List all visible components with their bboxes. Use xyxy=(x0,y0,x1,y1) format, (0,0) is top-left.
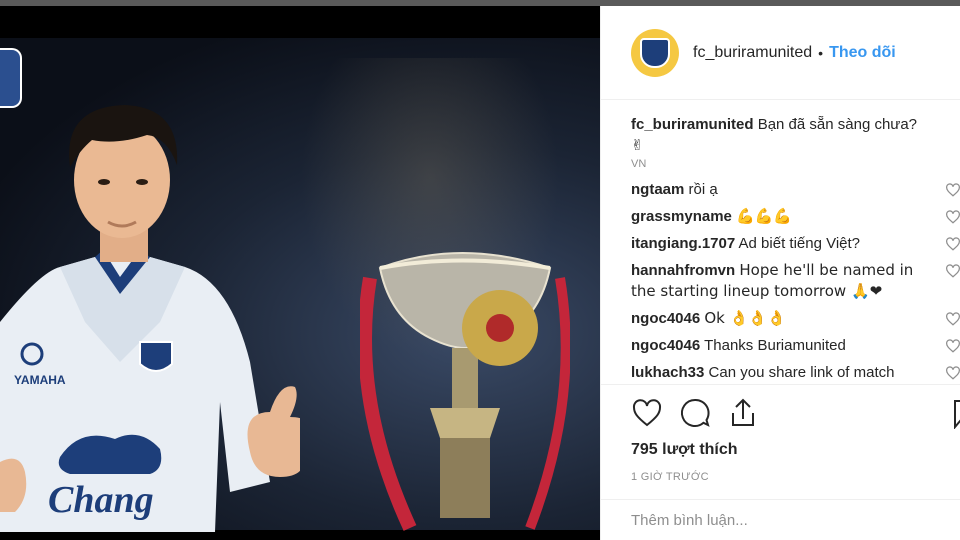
post-timestamp[interactable]: 1 GIỜ TRƯỚC xyxy=(631,471,709,483)
comment-icon[interactable] xyxy=(679,397,711,429)
comment-like-heart-icon[interactable] xyxy=(945,339,960,353)
jersey-sponsor-text: Chang xyxy=(48,479,154,521)
comment-username[interactable]: itangiang.1707 xyxy=(631,235,735,252)
caption-username[interactable]: fc_buriramunited xyxy=(631,116,754,133)
comment-like-heart-icon[interactable] xyxy=(945,366,960,380)
comment-text: Thanks Buriamunited xyxy=(704,337,846,354)
separator-dot: • xyxy=(818,44,824,61)
comment-like-heart-icon[interactable] xyxy=(945,210,960,224)
post-header: fc_buriramunited • Theo dõi xyxy=(601,6,960,100)
comment-username[interactable]: ngtaam xyxy=(631,181,684,198)
heart-icon[interactable] xyxy=(631,397,663,429)
comment-row: lukhach33 Can you share link of match xyxy=(631,362,960,382)
comment-row: hannahfromvn Hope he'll be named in the … xyxy=(631,260,960,302)
comment-like-heart-icon[interactable] xyxy=(945,237,960,251)
comment-username[interactable]: grassmyname xyxy=(631,208,732,225)
comment-like-heart-icon[interactable] xyxy=(945,183,960,197)
comment-username[interactable]: ngoc4046 xyxy=(631,310,700,327)
post-sidebar: fc_buriramunited • Theo dõi fc_buriramun… xyxy=(600,6,960,540)
comment-row: ngoc4046 Thanks Buriamunited xyxy=(631,335,960,356)
comment-row: grassmyname 💪💪💪 xyxy=(631,206,960,227)
follow-button[interactable]: Theo dõi xyxy=(829,44,896,62)
jersey-brand-text: YAMAHA xyxy=(14,373,66,387)
post-username[interactable]: fc_buriramunited xyxy=(693,44,812,62)
bookmark-icon[interactable] xyxy=(953,399,960,429)
comments-list[interactable]: fc_buriramunited Bạn đã sẵn sàng chưa? ✌… xyxy=(631,114,960,382)
comment-text: Can you share link of match xyxy=(708,364,895,381)
comment-username[interactable]: ngoc4046 xyxy=(631,337,700,354)
trophy-image xyxy=(360,252,570,531)
club-crest-icon xyxy=(640,37,670,68)
comment-like-heart-icon[interactable] xyxy=(945,264,960,278)
share-icon[interactable] xyxy=(727,397,759,429)
post-actions: 795 lượt thích 1 GIỜ TRƯỚC Thêm bình luậ… xyxy=(601,384,960,529)
likes-count[interactable]: 795 lượt thích xyxy=(631,441,738,459)
post-media[interactable]: YAMAHA Chang xyxy=(0,6,600,540)
comment-text: Ad biết tiếng Việt? xyxy=(738,235,861,252)
comment-username[interactable]: lukhach33 xyxy=(631,364,704,381)
avatar[interactable] xyxy=(631,28,679,77)
action-icons xyxy=(631,397,759,429)
comment-text: Ok 👌👌👌 xyxy=(704,309,786,327)
comment-text: 💪💪💪 xyxy=(736,207,793,225)
comment-row: ngoc4046 Ok 👌👌👌 xyxy=(631,308,960,329)
comment-row: ngtaam rồi ạ xyxy=(631,179,960,200)
comment-text: rồi ạ xyxy=(688,181,718,198)
add-comment-input[interactable]: Thêm bình luận... xyxy=(601,499,960,539)
player-figure: YAMAHA Chang xyxy=(0,105,300,532)
caption: fc_buriramunited Bạn đã sẵn sàng chưa? ✌ xyxy=(631,114,960,156)
post-photo: YAMAHA Chang xyxy=(0,38,600,532)
comment-username[interactable]: hannahfromvn xyxy=(631,262,735,279)
caption-meta: VN xyxy=(631,158,647,170)
comment-row: itangiang.1707 Ad biết tiếng Việt? xyxy=(631,233,960,254)
comment-like-heart-icon[interactable] xyxy=(945,312,960,326)
